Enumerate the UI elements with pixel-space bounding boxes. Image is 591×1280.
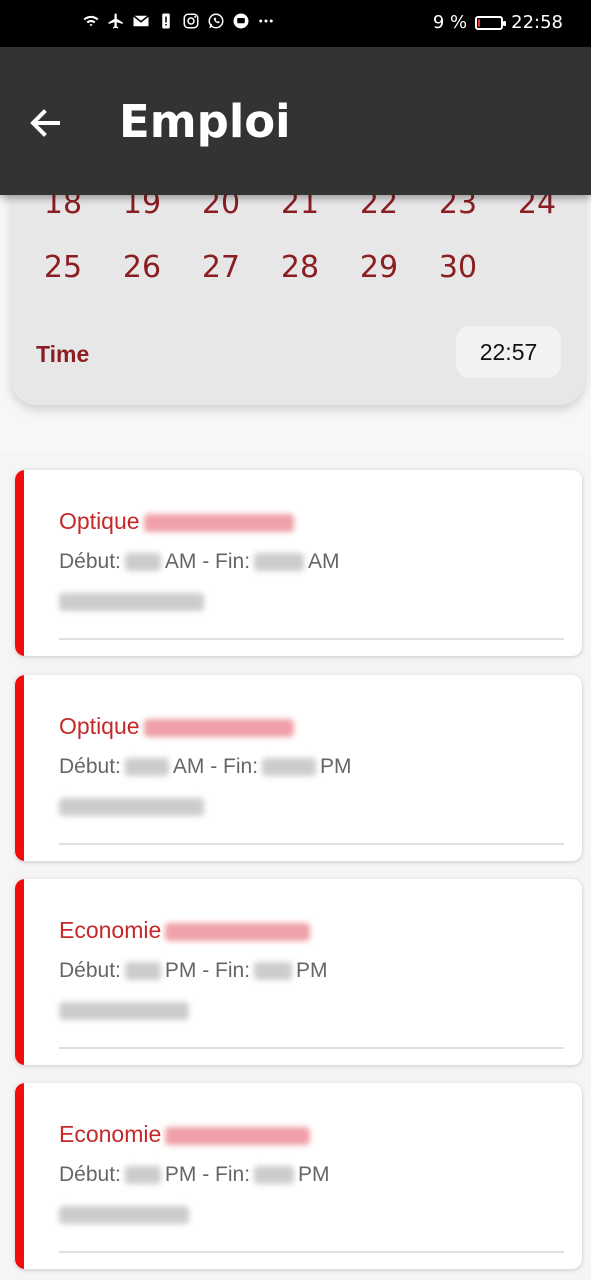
class-time: Début: PM - Fin: PM	[59, 1163, 330, 1187]
battery-percent: 9 %	[432, 12, 468, 33]
class-title: Economie	[59, 917, 314, 944]
class-subject: Economie	[59, 917, 162, 943]
blurred-text	[143, 718, 294, 737]
page-title: Emploi	[119, 95, 291, 148]
debut-label: Début:	[59, 550, 121, 573]
card-accent-bar	[15, 1083, 24, 1269]
card-accent-bar	[15, 879, 24, 1065]
debut-suffix: AM - Fin:	[172, 755, 259, 778]
whatsapp-icon	[208, 13, 224, 29]
mail-icon	[133, 15, 149, 27]
class-location	[59, 593, 204, 611]
calendar-card: 18 19 20 21 22 23 24 25 26 27 28 29 30 T…	[11, 160, 585, 405]
more-icon	[259, 19, 273, 23]
battery-icon	[475, 15, 507, 30]
class-card[interactable]: Economie Début: PM - Fin: PM	[15, 879, 582, 1065]
debut-suffix: PM - Fin:	[164, 959, 251, 982]
app-bar: Emploi	[0, 47, 591, 195]
card-accent-bar	[15, 675, 24, 861]
blurred-text	[124, 1166, 161, 1185]
blurred-text	[59, 593, 204, 611]
status-right: 9 % 22:58	[433, 12, 563, 33]
class-title: Economie	[59, 1121, 314, 1148]
class-card[interactable]: Economie Début: PM - Fin: PM	[15, 1083, 582, 1269]
instagram-icon	[183, 13, 199, 29]
calendar-day[interactable]: 30	[428, 250, 488, 285]
blurred-text	[165, 1126, 311, 1145]
class-title: Optique	[59, 713, 298, 740]
calendar-day[interactable]: 27	[191, 250, 251, 285]
debut-suffix: AM - Fin:	[164, 550, 251, 573]
class-location	[59, 1206, 189, 1224]
class-time: Début: AM - Fin: PM	[59, 755, 352, 779]
card-divider	[59, 1251, 564, 1253]
calendar-day[interactable]: 26	[112, 250, 172, 285]
blurred-text	[254, 553, 305, 572]
blurred-text	[124, 758, 169, 777]
class-title: Optique	[59, 508, 298, 535]
blurred-text	[124, 962, 161, 981]
card-divider	[59, 1047, 564, 1049]
status-bar: 9 % 22:58	[0, 0, 591, 47]
calendar-day[interactable]: 28	[270, 250, 330, 285]
blurred-text	[254, 962, 293, 981]
calendar-day[interactable]: 25	[33, 250, 93, 285]
debut-suffix: PM - Fin:	[164, 1163, 251, 1186]
blurred-text	[262, 758, 317, 777]
blurred-text	[124, 553, 161, 572]
blurred-text	[254, 1166, 295, 1185]
class-subject: Economie	[59, 1121, 162, 1147]
class-card[interactable]: Optique Début: AM - Fin: AM	[15, 470, 582, 656]
blurred-text	[59, 1206, 189, 1224]
fin-suffix: PM	[298, 1163, 330, 1186]
debut-label: Début:	[59, 755, 121, 778]
status-icons	[82, 12, 275, 30]
clock: 22:58	[511, 12, 563, 33]
alert-icon	[162, 13, 170, 29]
card-accent-bar	[15, 470, 24, 656]
class-subject: Optique	[59, 713, 140, 739]
fin-suffix: PM	[320, 755, 352, 778]
fin-suffix: AM	[308, 550, 340, 573]
airplane-icon	[108, 13, 123, 29]
class-location	[59, 798, 204, 816]
class-location	[59, 1002, 189, 1020]
class-time: Début: AM - Fin: AM	[59, 550, 340, 574]
time-picker-button[interactable]: 22:57	[456, 326, 561, 378]
blurred-text	[59, 798, 204, 816]
battery-fill	[478, 18, 481, 27]
calendar-day[interactable]: 29	[349, 250, 409, 285]
card-divider	[59, 638, 564, 640]
class-card[interactable]: Optique Début: AM - Fin: PM	[15, 675, 582, 861]
blurred-text	[143, 513, 294, 532]
arrow-left-icon	[30, 109, 60, 137]
class-time: Début: PM - Fin: PM	[59, 959, 328, 983]
blurred-text	[59, 1002, 189, 1020]
wifi-icon	[83, 15, 99, 27]
card-divider	[59, 843, 564, 845]
debut-label: Début:	[59, 959, 121, 982]
time-label: Time	[36, 341, 90, 367]
debut-label: Début:	[59, 1163, 121, 1186]
fin-suffix: PM	[296, 959, 328, 982]
back-button[interactable]	[20, 101, 72, 145]
class-subject: Optique	[59, 508, 140, 534]
blurred-text	[165, 922, 311, 941]
messenger-icon	[233, 13, 249, 29]
